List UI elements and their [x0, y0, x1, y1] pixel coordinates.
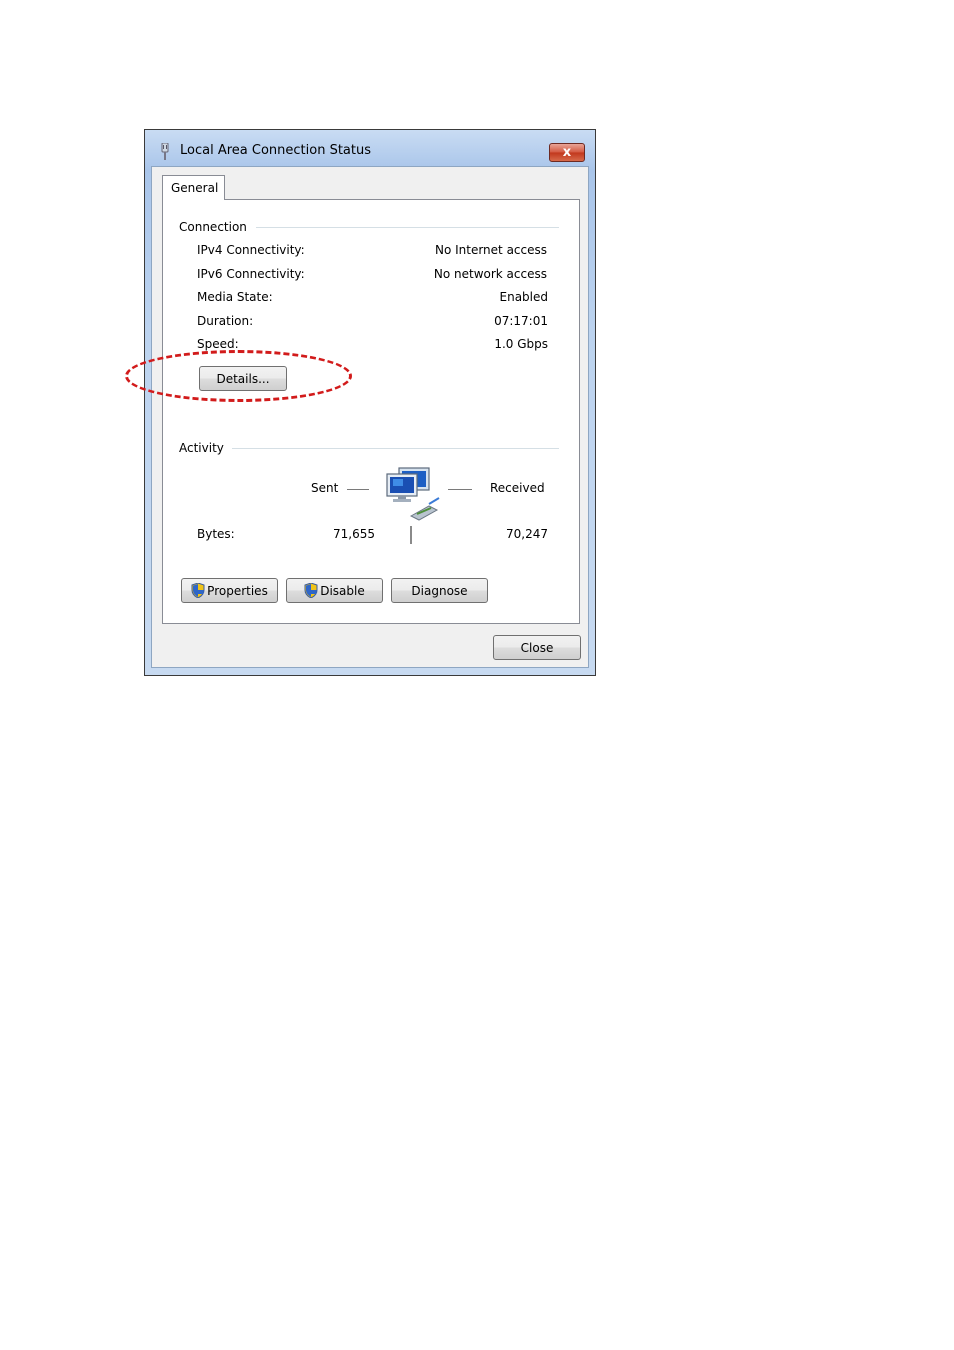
- ipv4-value: No Internet access: [434, 243, 547, 257]
- received-label: Received: [490, 481, 545, 495]
- activity-heading: Activity: [179, 441, 232, 455]
- close-icon: x: [562, 145, 572, 160]
- diagnose-button[interactable]: Diagnose: [391, 578, 488, 603]
- bytes-sent-value: 71,655: [333, 527, 375, 541]
- sent-label: Sent: [311, 481, 339, 495]
- ipv4-label: IPv4 Connectivity:: [197, 243, 305, 257]
- media-state-label: Media State:: [197, 290, 273, 304]
- activity-divider: [231, 448, 559, 449]
- bytes-label: Bytes:: [197, 527, 235, 541]
- sent-line: [347, 489, 369, 490]
- connection-divider: [256, 227, 559, 228]
- close-button[interactable]: Close: [493, 635, 581, 660]
- network-plug-icon: [160, 142, 170, 161]
- connection-status-window: Local Area Connection Status x General C…: [144, 129, 596, 676]
- disable-button-label: Disable: [320, 583, 365, 598]
- details-highlight-annotation: [125, 350, 352, 402]
- media-state-value: Enabled: [499, 290, 549, 304]
- bytes-received-value: 70,247: [506, 527, 548, 541]
- speed-value: 1.0 Gbps: [494, 337, 548, 351]
- ipv6-label: IPv6 Connectivity:: [197, 267, 305, 281]
- connection-heading: Connection: [179, 220, 255, 234]
- duration-value: 07:17:01: [494, 314, 548, 328]
- speed-label: Speed:: [197, 337, 239, 351]
- window-title: Local Area Connection Status: [180, 143, 371, 158]
- tab-general[interactable]: General: [162, 175, 225, 200]
- disable-button[interactable]: Disable: [286, 578, 383, 603]
- properties-button[interactable]: Properties: [181, 578, 278, 603]
- properties-button-label: Properties: [207, 583, 268, 598]
- close-window-button[interactable]: x: [549, 143, 585, 162]
- uac-shield-icon: [304, 582, 318, 599]
- duration-label: Duration:: [197, 314, 254, 328]
- activity-separator: [410, 526, 412, 544]
- dialog-body: General Connection IPv4 Connectivity: No…: [151, 166, 589, 668]
- network-computers-icon: [385, 466, 443, 522]
- uac-shield-icon: [191, 582, 205, 599]
- general-panel: Connection IPv4 Connectivity: No Interne…: [162, 199, 580, 624]
- ipv6-value: No network access: [433, 267, 547, 281]
- received-line: [448, 489, 472, 490]
